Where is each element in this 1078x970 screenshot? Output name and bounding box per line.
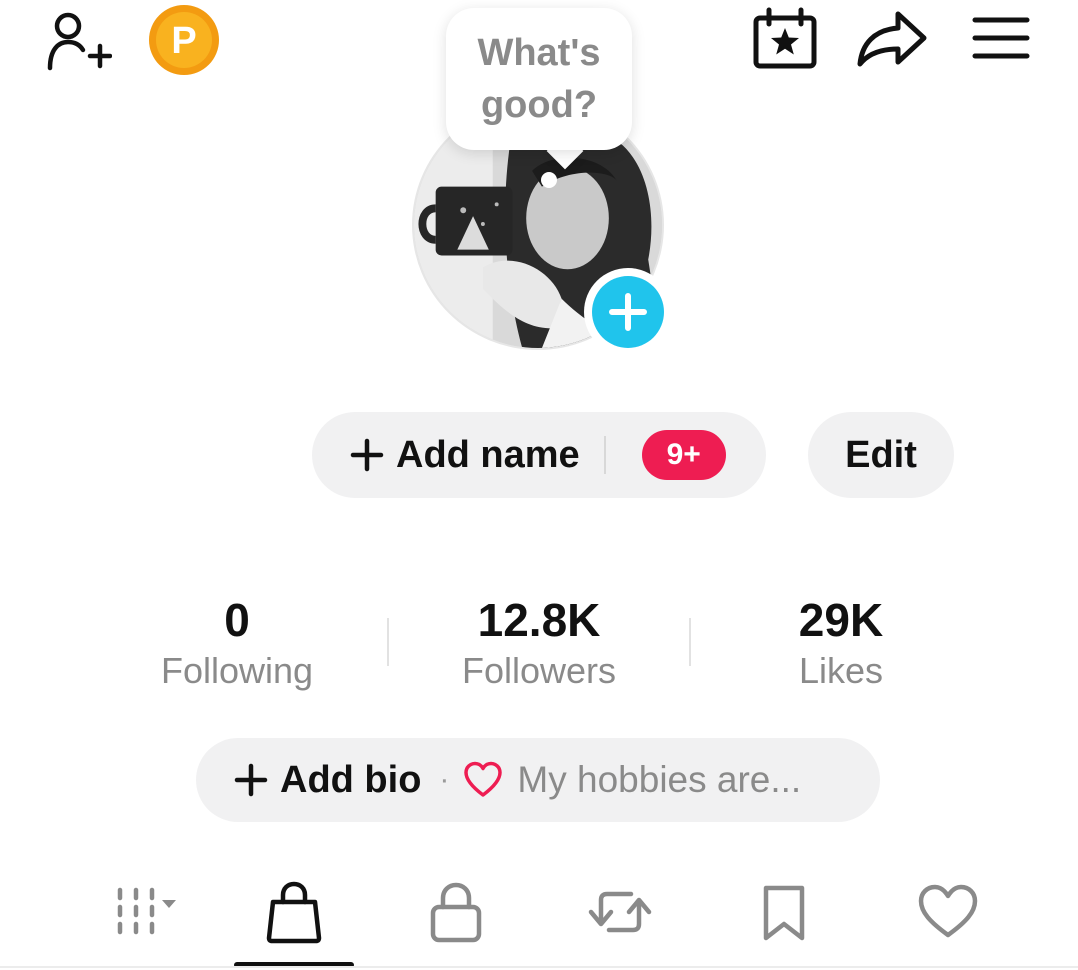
events-calendar-button[interactable] xyxy=(746,2,824,74)
stat-value: 29K xyxy=(798,594,884,646)
points-letter: P xyxy=(171,20,196,62)
status-bubble[interactable]: What's good? xyxy=(446,8,632,150)
add-name-label: Add name xyxy=(396,433,580,476)
shopping-bag-icon xyxy=(266,881,322,944)
lock-icon xyxy=(430,882,482,943)
tab-private[interactable] xyxy=(386,862,526,962)
bookmark-icon xyxy=(763,885,805,941)
heart-outline-icon xyxy=(464,761,503,797)
add-bio-pill[interactable]: Add bio · My hobbies are... xyxy=(196,738,880,822)
bubble-text: What's good? xyxy=(477,32,601,126)
stat-value: 12.8K xyxy=(477,594,601,646)
heart-icon xyxy=(918,884,978,938)
plus-icon xyxy=(350,438,384,472)
edit-label: Edit xyxy=(845,433,917,476)
points-coin-icon: P xyxy=(149,5,219,75)
notification-badge[interactable]: 9+ xyxy=(641,430,726,480)
stat-label: Following xyxy=(160,650,314,691)
tab-liked[interactable] xyxy=(878,862,1018,962)
points-badge-button[interactable]: P xyxy=(146,4,222,76)
menu-button[interactable] xyxy=(964,2,1038,74)
stat-divider xyxy=(387,618,389,666)
tab-reposts[interactable] xyxy=(550,862,690,962)
plus-icon xyxy=(234,763,268,797)
bio-separator: · xyxy=(439,763,450,796)
bubble-dot xyxy=(541,172,557,188)
stat-label: Followers xyxy=(461,650,617,691)
plus-icon xyxy=(609,293,647,331)
stat-value: 0 xyxy=(224,594,250,646)
add-name-pill[interactable]: Add name 9+ xyxy=(312,412,766,498)
stat-divider xyxy=(689,618,691,666)
add-bio-label: Add bio xyxy=(280,758,422,801)
pill-divider xyxy=(603,436,606,474)
calendar-star-icon xyxy=(753,7,817,69)
share-button[interactable] xyxy=(852,2,932,74)
stat-following[interactable]: 0 Following xyxy=(122,592,352,694)
grid-filter-icon xyxy=(117,887,176,935)
divider-line xyxy=(0,966,1078,968)
stat-followers[interactable]: 12.8K Followers xyxy=(424,592,654,694)
person-add-icon xyxy=(47,12,112,71)
avatar-add-button[interactable] xyxy=(584,268,672,356)
repost-icon xyxy=(588,891,652,933)
add-friend-button[interactable] xyxy=(36,4,118,76)
stat-label: Likes xyxy=(798,650,884,691)
tab-saved[interactable] xyxy=(714,862,854,962)
bio-hint: My hobbies are... xyxy=(517,759,802,800)
share-arrow-icon xyxy=(857,11,927,67)
stat-likes[interactable]: 29K Likes xyxy=(726,592,956,694)
tab-videos-grid[interactable] xyxy=(70,862,210,962)
edit-profile-button[interactable]: Edit xyxy=(808,412,954,498)
tab-shop[interactable] xyxy=(224,862,364,962)
hamburger-menu-icon xyxy=(972,17,1030,59)
